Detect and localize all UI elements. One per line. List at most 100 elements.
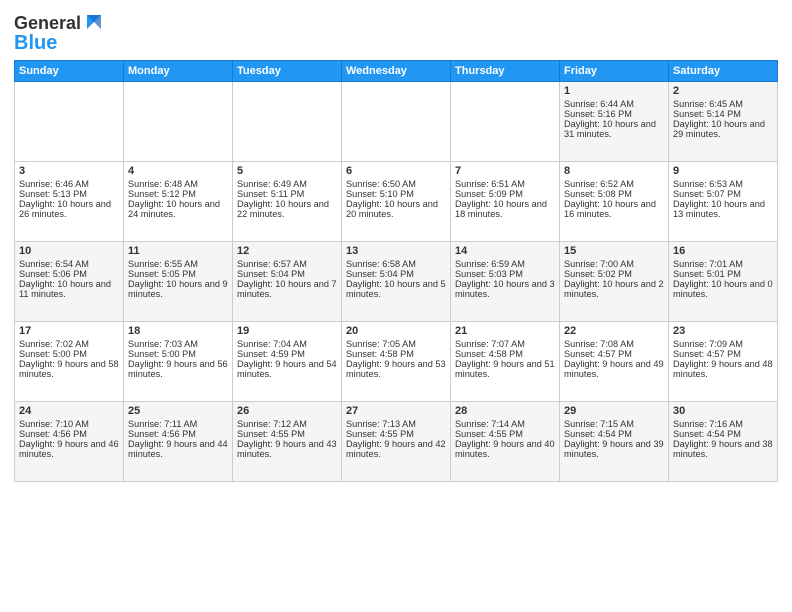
cell-content: Sunset: 5:03 PM [455,269,555,279]
cell-content: Sunrise: 6:53 AM [673,179,773,189]
day-number: 23 [673,325,773,337]
calendar-cell: 30Sunrise: 7:16 AMSunset: 4:54 PMDayligh… [669,401,778,481]
cell-content: Sunrise: 6:50 AM [346,179,446,189]
cell-content: Daylight: 9 hours and 48 minutes. [673,359,773,379]
calendar-week-row: 17Sunrise: 7:02 AMSunset: 5:00 PMDayligh… [15,321,778,401]
day-header-tuesday: Tuesday [233,60,342,81]
cell-content: Sunrise: 7:04 AM [237,339,337,349]
cell-content: Daylight: 10 hours and 18 minutes. [455,199,555,219]
day-number: 1 [564,85,664,97]
cell-content: Sunrise: 6:52 AM [564,179,664,189]
cell-content: Sunset: 4:57 PM [564,349,664,359]
cell-content: Daylight: 9 hours and 56 minutes. [128,359,228,379]
day-number: 29 [564,405,664,417]
calendar-cell: 5Sunrise: 6:49 AMSunset: 5:11 PMDaylight… [233,161,342,241]
cell-content: Daylight: 10 hours and 11 minutes. [19,279,119,299]
day-number: 21 [455,325,555,337]
cell-content: Sunset: 5:00 PM [19,349,119,359]
calendar-cell [342,81,451,161]
cell-content: Sunrise: 7:05 AM [346,339,446,349]
cell-content: Sunrise: 6:48 AM [128,179,228,189]
day-number: 6 [346,165,446,177]
calendar-cell: 11Sunrise: 6:55 AMSunset: 5:05 PMDayligh… [124,241,233,321]
day-number: 25 [128,405,228,417]
cell-content: Sunrise: 6:45 AM [673,99,773,109]
cell-content: Sunset: 4:58 PM [346,349,446,359]
calendar-cell: 14Sunrise: 6:59 AMSunset: 5:03 PMDayligh… [451,241,560,321]
cell-content: Sunrise: 6:55 AM [128,259,228,269]
cell-content: Sunset: 5:01 PM [673,269,773,279]
page-header: General Blue [14,10,778,54]
calendar-cell: 6Sunrise: 6:50 AMSunset: 5:10 PMDaylight… [342,161,451,241]
calendar-cell [451,81,560,161]
cell-content: Daylight: 9 hours and 51 minutes. [455,359,555,379]
calendar-cell: 13Sunrise: 6:58 AMSunset: 5:04 PMDayligh… [342,241,451,321]
cell-content: Sunset: 4:58 PM [455,349,555,359]
cell-content: Daylight: 9 hours and 43 minutes. [237,439,337,459]
calendar-week-row: 10Sunrise: 6:54 AMSunset: 5:06 PMDayligh… [15,241,778,321]
cell-content: Sunset: 4:54 PM [564,429,664,439]
cell-content: Daylight: 10 hours and 0 minutes. [673,279,773,299]
calendar-cell: 15Sunrise: 7:00 AMSunset: 5:02 PMDayligh… [560,241,669,321]
calendar-cell: 9 Sunrise: 6:53 AMSunset: 5:07 PMDaylight… [669,161,778,241]
calendar-cell: 17Sunrise: 7:02 AMSunset: 5:00 PMDayligh… [15,321,124,401]
cell-content: Sunset: 5:12 PM [128,189,228,199]
cell-content: Daylight: 9 hours and 53 minutes. [346,359,446,379]
calendar-table: SundayMondayTuesdayWednesdayThursdayFrid… [14,60,778,482]
day-number: 8 [564,165,664,177]
cell-content: Sunset: 5:08 PM [564,189,664,199]
day-number: 26 [237,405,337,417]
cell-content: Sunset: 5:11 PM [237,189,337,199]
cell-content: Daylight: 10 hours and 2 minutes. [564,279,664,299]
day-number: 16 [673,245,773,257]
cell-content: Sunrise: 7:15 AM [564,419,664,429]
day-number: 22 [564,325,664,337]
cell-content: Sunset: 5:07 PM [673,189,773,199]
cell-content: Sunrise: 6:59 AM [455,259,555,269]
cell-content: Sunset: 5:04 PM [346,269,446,279]
calendar-week-row: 24Sunrise: 7:10 AMSunset: 4:56 PMDayligh… [15,401,778,481]
cell-content: Sunset: 4:56 PM [19,429,119,439]
cell-content: Daylight: 10 hours and 13 minutes. [673,199,773,219]
day-header-monday: Monday [124,60,233,81]
cell-content: Daylight: 10 hours and 16 minutes. [564,199,664,219]
day-header-thursday: Thursday [451,60,560,81]
calendar-cell: 19Sunrise: 7:04 AMSunset: 4:59 PMDayligh… [233,321,342,401]
cell-content: Sunrise: 7:00 AM [564,259,664,269]
cell-content: Sunset: 5:04 PM [237,269,337,279]
day-header-sunday: Sunday [15,60,124,81]
cell-content: Daylight: 10 hours and 7 minutes. [237,279,337,299]
day-number: 18 [128,325,228,337]
cell-content: Sunrise: 7:03 AM [128,339,228,349]
calendar-cell: 25Sunrise: 7:11 AMSunset: 4:56 PMDayligh… [124,401,233,481]
cell-content: Daylight: 9 hours and 49 minutes. [564,359,664,379]
cell-content: Daylight: 9 hours and 46 minutes. [19,439,119,459]
cell-content: Daylight: 10 hours and 24 minutes. [128,199,228,219]
calendar-cell [124,81,233,161]
day-number: 9 [673,165,773,177]
calendar-cell: 18 Sunrise: 7:03 AMSunset: 5:00 PMDayligh… [124,321,233,401]
day-number: 30 [673,405,773,417]
calendar-cell [233,81,342,161]
cell-content: Daylight: 9 hours and 40 minutes. [455,439,555,459]
calendar-cell: 21 Sunrise: 7:07 AMSunset: 4:58 PMDayligh… [451,321,560,401]
cell-content: Sunset: 5:05 PM [128,269,228,279]
day-number: 10 [19,245,119,257]
day-number: 19 [237,325,337,337]
calendar-cell: 4Sunrise: 6:48 AMSunset: 5:12 PMDaylight… [124,161,233,241]
cell-content: Sunset: 5:10 PM [346,189,446,199]
cell-content: Sunrise: 7:02 AM [19,339,119,349]
calendar-header-row: SundayMondayTuesdayWednesdayThursdayFrid… [15,60,778,81]
day-number: 20 [346,325,446,337]
calendar-cell: 28Sunrise: 7:14 AMSunset: 4:55 PMDayligh… [451,401,560,481]
logo-text-blue: Blue [14,32,57,54]
day-number: 5 [237,165,337,177]
calendar-cell: 26Sunrise: 7:12 AMSunset: 4:55 PMDayligh… [233,401,342,481]
day-number: 12 [237,245,337,257]
cell-content: Daylight: 10 hours and 31 minutes. [564,119,664,139]
cell-content: Daylight: 9 hours and 39 minutes. [564,439,664,459]
cell-content: Sunset: 5:00 PM [128,349,228,359]
calendar-cell: 22Sunrise: 7:08 AMSunset: 4:57 PMDayligh… [560,321,669,401]
calendar-cell: 29 Sunrise: 7:15 AMSunset: 4:54 PMDayligh… [560,401,669,481]
cell-content: Sunrise: 7:07 AM [455,339,555,349]
